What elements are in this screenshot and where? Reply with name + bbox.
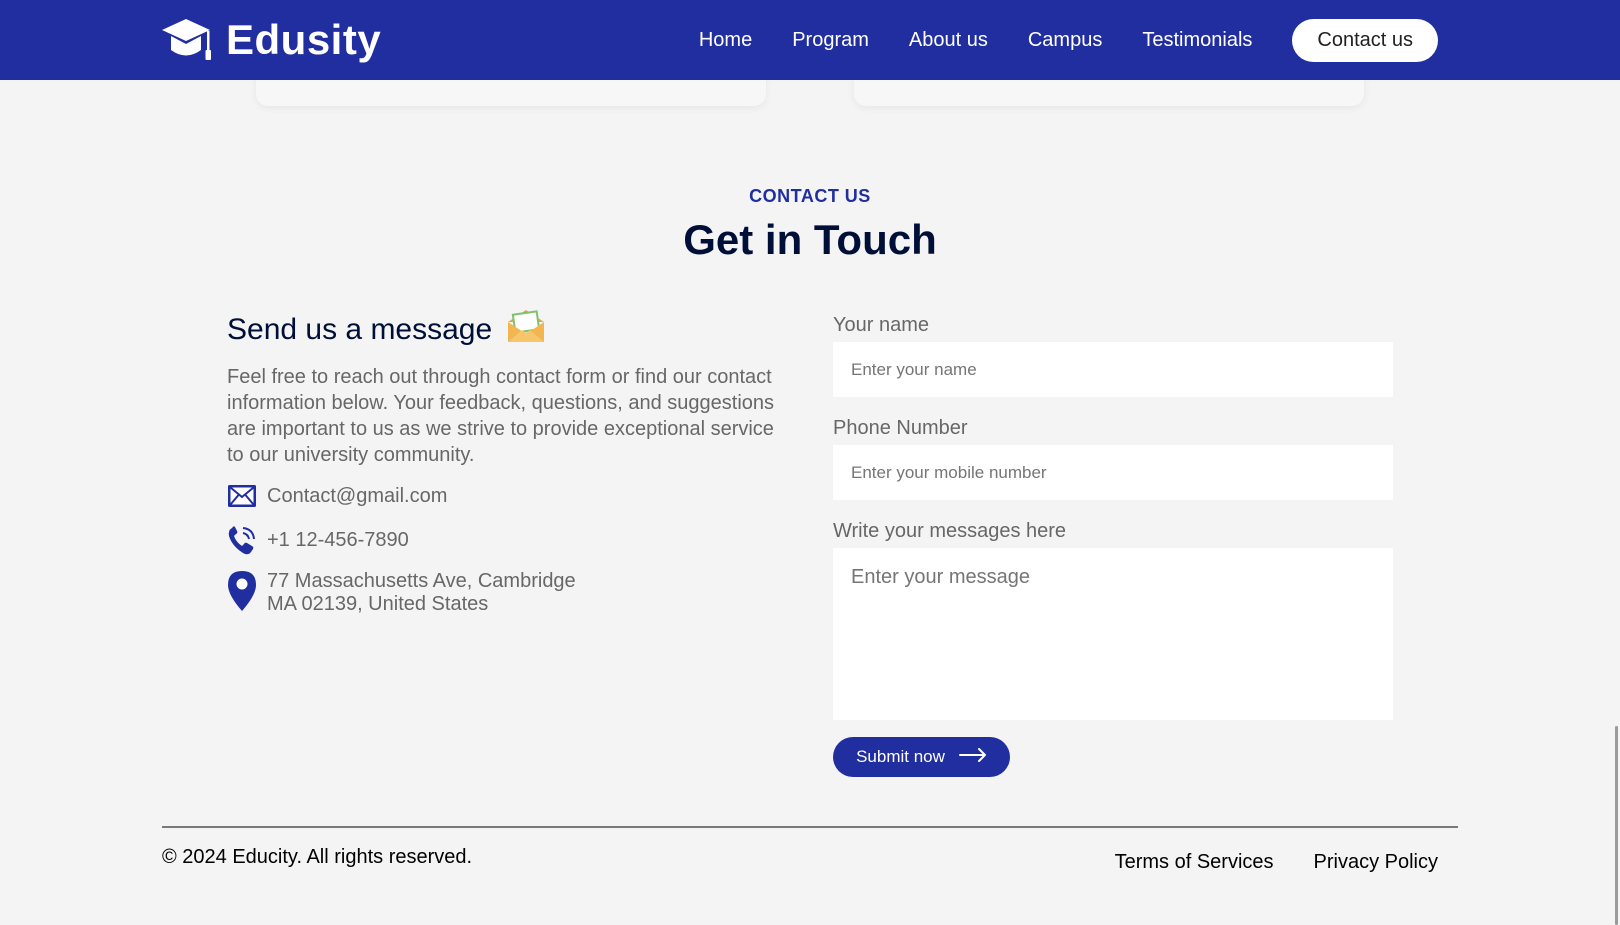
nav-link-testimonials[interactable]: Testimonials [1142,29,1252,52]
contact-info: Send us a message Feel free to reach out… [227,310,787,616]
contact-phone: +1 12-456-7890 [227,524,787,556]
message-label: Write your messages here [833,520,1067,542]
phone-input[interactable]: Enter your mobile number [833,445,1393,500]
scrollbar[interactable] [1612,0,1620,925]
contact-description: Feel free to reach out through contact f… [227,366,775,466]
nav-links: Home Program About us Campus Testimonial… [659,18,1438,62]
contact-details: Contact@gmail.com +1 12-456-7890 77 Mass [227,484,787,616]
contact-email: Contact@gmail.com [227,484,787,508]
navbar: Edusity Home Program About us Campus Tes… [0,0,1620,80]
contact-email-text: Contact@gmail.com [267,484,448,507]
phone-icon [227,524,267,556]
footer-links: Terms of Services Privacy Policy [1075,851,1438,874]
terms-link[interactable]: Terms of Services [1115,851,1274,874]
section-title: Get in Touch [683,216,937,263]
arrow-right-icon [958,747,987,767]
nav-link-program[interactable]: Program [792,29,869,52]
contact-address-text: 77 Massachusetts Ave, Cambridge MA 02139… [267,570,576,616]
logo-text: Edusity [226,16,382,63]
contact-heading-text: Send us a message [227,313,493,346]
nav-link-home[interactable]: Home [699,29,752,52]
logo[interactable]: Edusity [160,16,381,64]
section-subtitle: CONTACT US [749,186,871,206]
submit-button[interactable]: Submit now [833,737,1010,777]
privacy-link[interactable]: Privacy Policy [1314,851,1438,874]
phone-label: Phone Number [833,417,968,439]
copyright: © 2024 Educity. All rights reserved. [162,846,473,868]
address-line-1: 77 Massachusetts Ave, Cambridge [267,570,576,592]
footer-divider [162,826,1458,828]
nav-link-campus[interactable]: Campus [1028,29,1102,52]
name-input[interactable]: Enter your name [833,342,1393,397]
address-line-2: MA 02139, United States [267,593,489,615]
contact-us-button[interactable]: Contact us [1292,18,1438,62]
nav-link-about-us[interactable]: About us [909,29,988,52]
location-pin-icon [227,570,267,612]
contact-phone-text: +1 12-456-7890 [267,528,409,551]
contact-form: Your name Enter your name Phone Number E… [833,312,1393,777]
submit-button-label: Submit now [856,747,945,766]
name-label: Your name [833,314,929,336]
contact-address: 77 Massachusetts Ave, Cambridge MA 02139… [227,570,787,616]
graduation-cap-icon [160,17,212,63]
scrollbar-thumb[interactable] [1615,726,1618,925]
envelope-emoji-icon [504,308,548,352]
contact-heading: Send us a message [227,310,787,350]
message-textarea[interactable]: Enter your message [833,548,1393,720]
mail-icon [227,484,267,508]
